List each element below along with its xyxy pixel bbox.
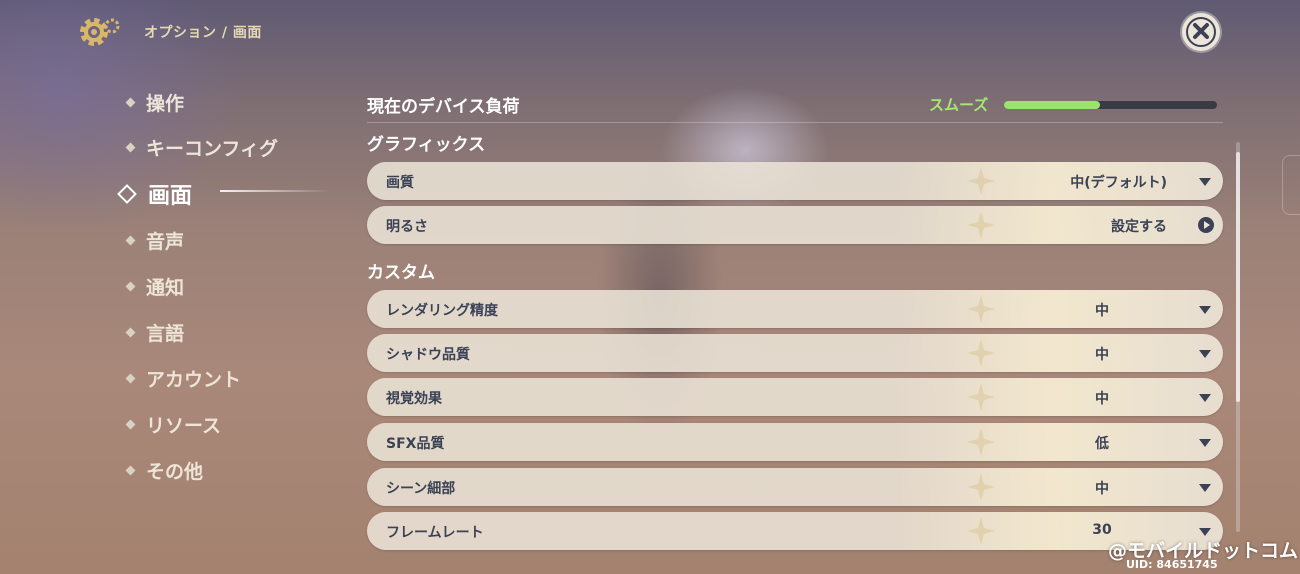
setting-label: 画質: [386, 175, 414, 191]
bullet-icon: [125, 281, 136, 291]
setting-row-scene-detail[interactable]: シーン細部 中: [367, 468, 1223, 506]
nav-item-account[interactable]: アカウント: [124, 360, 344, 396]
setting-row-sfx-quality[interactable]: SFX品質 低: [367, 423, 1223, 461]
nav-item-audio[interactable]: 音声: [124, 222, 344, 258]
setting-label: フレームレート: [386, 525, 484, 541]
nav-item-controls[interactable]: 操作: [124, 84, 344, 120]
dropdown-arrow-icon[interactable]: [1199, 350, 1211, 358]
star-decoration-icon: [967, 295, 995, 323]
close-icon: [1193, 23, 1209, 39]
dropdown-arrow-icon[interactable]: [1199, 439, 1211, 447]
nav-item-label: リソース: [146, 414, 222, 437]
dropdown-arrow-icon[interactable]: [1199, 178, 1211, 186]
play-circle-icon[interactable]: [1198, 217, 1214, 233]
nav-item-display[interactable]: 画面: [117, 176, 340, 212]
setting-label: 視覚効果: [386, 391, 442, 407]
device-load-fill: [1004, 101, 1100, 109]
nav-item-label: 音声: [146, 230, 185, 253]
nav-item-resources[interactable]: リソース: [124, 406, 344, 442]
bullet-icon: [125, 97, 136, 107]
nav-item-notifications[interactable]: 通知: [124, 268, 344, 304]
bullet-icon: [125, 465, 136, 475]
breadcrumb: オプション / 画面: [144, 25, 262, 41]
bullet-icon: [125, 142, 136, 152]
divider: [367, 122, 1223, 123]
setting-value: 中: [1095, 391, 1109, 407]
side-tab: [1282, 155, 1300, 215]
top-bar: オプション / 画面: [0, 0, 1300, 70]
nav-item-label: 言語: [146, 322, 185, 345]
star-decoration-icon: [967, 473, 995, 501]
nav-item-key-config[interactable]: キーコンフィグ: [124, 129, 344, 165]
setting-label: SFX品質: [386, 436, 445, 452]
setting-value: 中: [1095, 303, 1109, 319]
nav-item-label: アカウント: [146, 368, 242, 391]
setting-row-render-resolution[interactable]: レンダリング精度 中: [367, 290, 1223, 328]
scrollbar-thumb[interactable]: [1236, 152, 1240, 402]
nav-item-label: その他: [146, 460, 204, 483]
bullet-icon: [125, 327, 136, 337]
setting-row-visual-effects[interactable]: 視覚効果 中: [367, 378, 1223, 416]
dropdown-arrow-icon[interactable]: [1199, 306, 1211, 314]
star-decoration-icon: [967, 211, 995, 239]
star-decoration-icon: [967, 339, 995, 367]
dropdown-arrow-icon[interactable]: [1199, 394, 1211, 402]
star-decoration-icon: [967, 383, 995, 411]
device-load-title: 現在のデバイス負荷: [367, 97, 520, 117]
uid-label: UID: 84651745: [1126, 558, 1218, 571]
setting-value: 中: [1095, 347, 1109, 363]
nav-item-label: キーコンフィグ: [146, 137, 279, 160]
setting-row-brightness[interactable]: 明るさ 設定する: [367, 206, 1223, 244]
setting-row-shadow-quality[interactable]: シャドウ品質 中: [367, 334, 1223, 372]
section-title-graphics: グラフィックス: [367, 135, 486, 155]
section-title-custom: カスタム: [367, 263, 435, 283]
star-decoration-icon: [967, 167, 995, 195]
nav-item-label: 操作: [146, 92, 185, 115]
dropdown-arrow-icon[interactable]: [1199, 484, 1211, 492]
setting-value: 低: [1095, 436, 1109, 452]
nav-item-label: 画面: [148, 184, 193, 209]
close-button[interactable]: [1182, 13, 1220, 51]
setting-row-quality[interactable]: 画質 中(デフォルト): [367, 162, 1223, 200]
bullet-icon: [125, 373, 136, 383]
gear-icon: [80, 18, 120, 46]
setting-value: 設定する: [1111, 219, 1167, 235]
setting-label: シャドウ品質: [386, 347, 470, 363]
star-decoration-icon: [967, 517, 995, 545]
device-load-status: スムーズ: [929, 96, 989, 114]
star-decoration-icon: [967, 428, 995, 456]
sparkle-decoration: [220, 190, 330, 192]
device-load-bar: [1004, 101, 1217, 109]
setting-label: 明るさ: [386, 219, 428, 235]
nav-item-label: 通知: [146, 276, 185, 299]
setting-value: 中: [1095, 481, 1109, 497]
bullet-icon: [125, 235, 136, 245]
setting-label: レンダリング精度: [386, 303, 498, 319]
setting-label: シーン細部: [386, 481, 456, 497]
nav-item-language[interactable]: 言語: [124, 314, 344, 350]
bullet-icon: [125, 419, 136, 429]
nav-item-other[interactable]: その他: [124, 452, 344, 488]
setting-row-frame-rate[interactable]: フレームレート 30: [367, 512, 1223, 550]
scrollbar[interactable]: [1236, 142, 1240, 532]
active-diamond-icon: [117, 184, 137, 204]
setting-value: 中(デフォルト): [1070, 175, 1167, 191]
dropdown-arrow-icon[interactable]: [1199, 528, 1211, 536]
